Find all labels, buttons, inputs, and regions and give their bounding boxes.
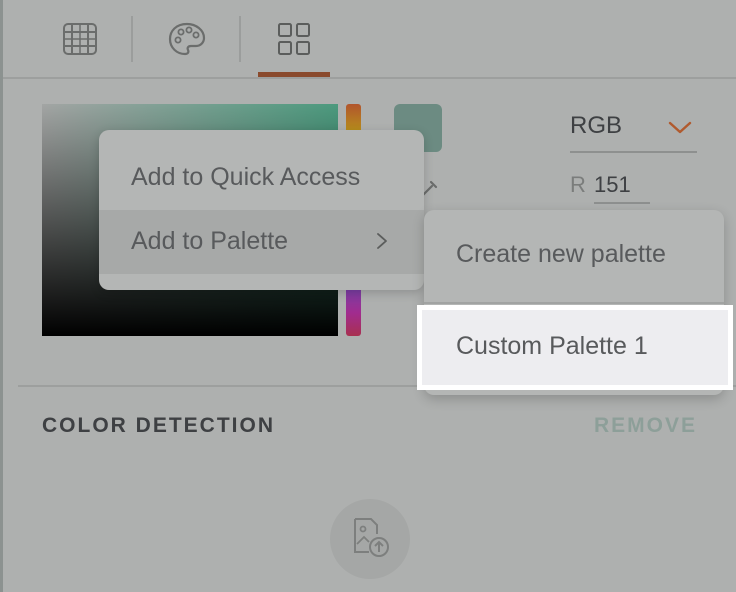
- chevron-right-icon: [376, 232, 388, 254]
- image-upload-icon: [347, 514, 393, 564]
- red-channel-underline: [594, 202, 650, 204]
- menu-item-create-new-palette[interactable]: Create new palette: [424, 210, 724, 302]
- menu-item-label: Add to Palette: [131, 227, 289, 255]
- chevron-down-icon: [668, 120, 692, 139]
- tab-grid[interactable]: [55, 0, 105, 78]
- menu-item-label: Add to Quick Access: [131, 163, 361, 191]
- submenu-divider: [424, 302, 724, 304]
- red-channel-label: R: [570, 172, 586, 197]
- palette-icon: [167, 21, 207, 57]
- tab-swatches[interactable]: [269, 0, 319, 78]
- tab-separator: [239, 16, 241, 62]
- tab-separator: [131, 16, 133, 62]
- tab-palette[interactable]: [161, 0, 213, 78]
- upload-image-button[interactable]: [330, 499, 410, 579]
- tab-bar-divider: [3, 77, 736, 79]
- tab-bar: [3, 0, 736, 79]
- color-detection-title: COLOR DETECTION: [42, 414, 275, 437]
- menu-item-custom-palette-1[interactable]: Custom Palette 1: [422, 310, 728, 385]
- grid-table-icon: [62, 22, 98, 56]
- menu-item-label: Custom Palette 1: [456, 332, 648, 360]
- menu-item-add-to-palette[interactable]: Add to Palette: [99, 210, 424, 274]
- color-mode-value: RGB: [570, 112, 623, 139]
- context-menu: Add to Quick Access Add to Palette: [99, 130, 424, 290]
- left-edge-border: [0, 0, 3, 592]
- four-squares-icon: [277, 22, 311, 56]
- menu-item-label: Create new palette: [456, 240, 666, 268]
- color-mode-select[interactable]: RGB: [570, 108, 697, 152]
- red-channel-input[interactable]: 151: [594, 172, 650, 198]
- color-mode-underline: [570, 151, 697, 153]
- remove-button[interactable]: REMOVE: [594, 414, 697, 438]
- menu-item-add-to-quick-access[interactable]: Add to Quick Access: [99, 146, 424, 210]
